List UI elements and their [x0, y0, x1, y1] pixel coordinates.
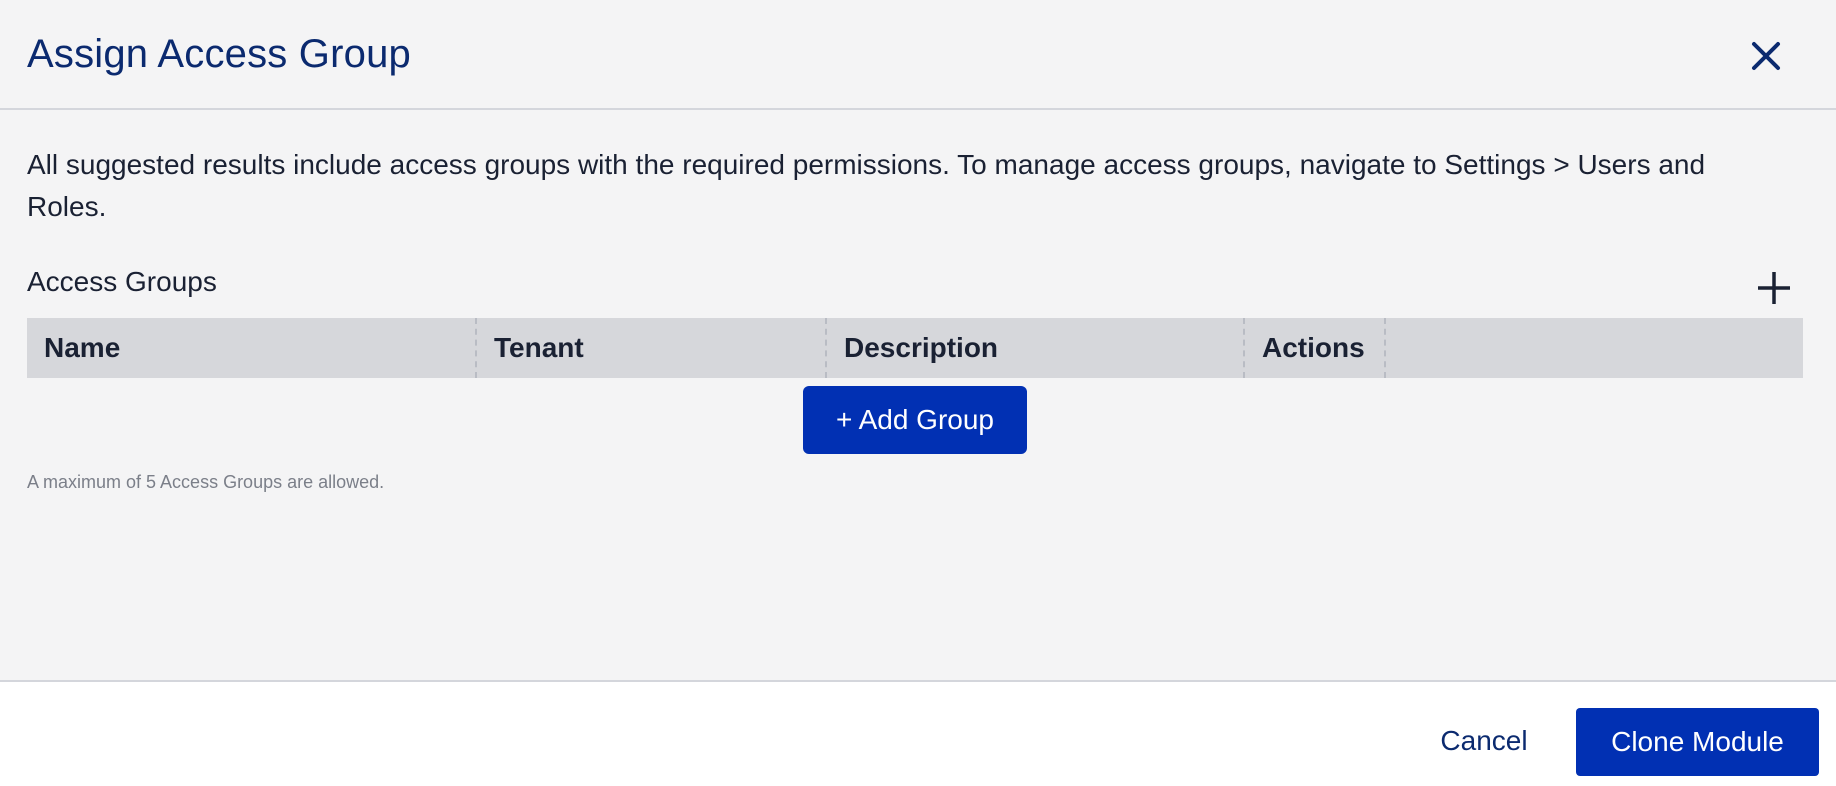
- add-access-group-icon-button[interactable]: [1754, 268, 1794, 308]
- modal-footer: Cancel Clone Module: [0, 680, 1836, 786]
- column-header-name: Name: [27, 318, 477, 378]
- plus-icon: [1758, 272, 1790, 304]
- column-header-actions: Actions: [1245, 318, 1386, 378]
- intro-text: All suggested results include access gro…: [27, 149, 1706, 222]
- assign-access-group-modal: Assign Access Group All suggested result…: [0, 0, 1836, 786]
- close-button[interactable]: [1744, 34, 1788, 78]
- max-groups-helper-text: A maximum of 5 Access Groups are allowed…: [27, 472, 385, 492]
- modal-title: Assign Access Group: [27, 32, 411, 76]
- access-groups-label: Access Groups: [27, 266, 217, 297]
- close-icon: [1752, 42, 1780, 70]
- cancel-button[interactable]: Cancel: [1420, 716, 1548, 766]
- column-header-filler: [1386, 318, 1803, 378]
- clone-module-button[interactable]: Clone Module: [1576, 708, 1819, 776]
- add-group-button[interactable]: + Add Group: [803, 386, 1027, 454]
- access-groups-table-header: Name Tenant Description Actions: [27, 318, 1803, 378]
- column-header-description: Description: [827, 318, 1245, 378]
- modal-header: Assign Access Group: [0, 0, 1836, 110]
- column-header-tenant: Tenant: [477, 318, 827, 378]
